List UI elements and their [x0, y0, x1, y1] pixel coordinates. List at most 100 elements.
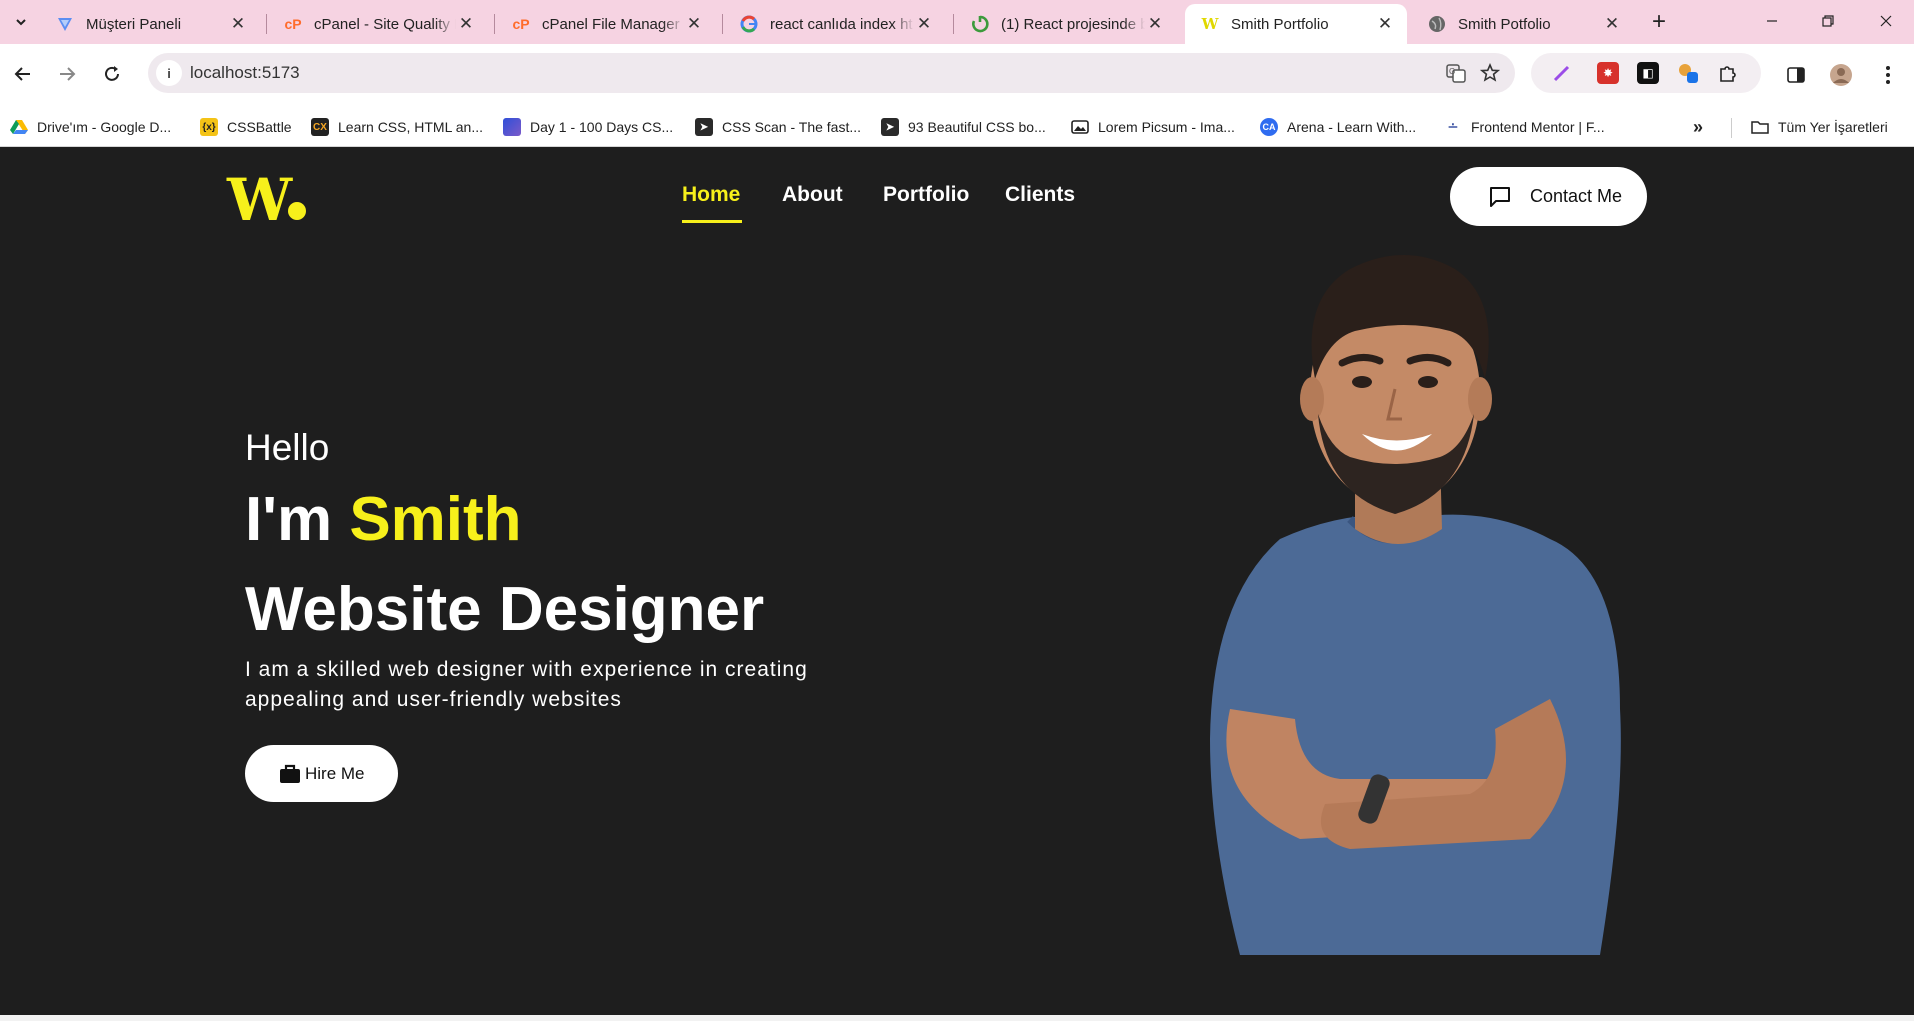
tab-separator — [953, 14, 954, 34]
reload-button[interactable] — [97, 59, 127, 89]
hire-me-button[interactable]: Hire Me — [245, 745, 398, 802]
close-icon[interactable]: ✕ — [914, 14, 934, 34]
tab-search-button[interactable] — [8, 10, 34, 34]
close-window-button[interactable] — [1866, 6, 1906, 36]
cursor-icon: ➤ — [881, 118, 899, 136]
new-tab-button[interactable]: + — [1645, 8, 1673, 36]
nav-clients[interactable]: Clients — [1005, 183, 1075, 207]
bookmark-label: Tüm Yer İşaretleri — [1778, 119, 1888, 135]
tab-title: cPanel File Manager v — [542, 15, 684, 33]
tab-title: (1) React projesinde b — [1001, 15, 1145, 33]
close-icon[interactable]: ✕ — [684, 14, 704, 34]
arena-icon: CA — [1260, 118, 1278, 136]
menu-dots-icon[interactable] — [1876, 63, 1900, 87]
cursor-icon: ➤ — [695, 118, 713, 136]
tab-strip: Müşteri Paneli ✕ cP cPanel - Site Qualit… — [0, 0, 1914, 44]
nav-home[interactable]: Home — [682, 183, 740, 207]
translate-icon[interactable]: G — [1445, 62, 1467, 84]
hero-name: Smith — [349, 485, 522, 554]
site-logo[interactable]: W — [227, 171, 292, 229]
bookmark-label: Lorem Picsum - Ima... — [1098, 119, 1235, 135]
colorpick-extension-icon[interactable]: ✸ — [1597, 62, 1619, 84]
browser-tab[interactable]: cP cPanel - Site Quality M ✕ — [268, 4, 488, 44]
cpanel-icon: cP — [284, 16, 302, 32]
logo-dot — [288, 202, 306, 220]
forward-button[interactable] — [52, 59, 82, 89]
contact-me-label: Contact Me — [1530, 186, 1623, 206]
browser-tab[interactable]: react canlıda index ht ✕ — [724, 4, 946, 44]
close-icon[interactable]: ✕ — [1602, 14, 1622, 34]
minimize-icon — [1767, 20, 1777, 22]
bookmark-item[interactable]: Lorem Picsum - Ima... — [1071, 116, 1235, 138]
bookmark-label: CSSBattle — [227, 119, 292, 135]
message-icon — [1490, 186, 1510, 207]
url-text[interactable]: localhost:5173 — [190, 63, 300, 83]
extensions-group: ✸ ◧ — [1531, 53, 1761, 93]
tab-title: cPanel - Site Quality M — [314, 15, 456, 33]
star-icon[interactable] — [1479, 62, 1501, 84]
site-info-icon[interactable]: i — [156, 60, 182, 86]
close-icon[interactable]: ✕ — [1145, 14, 1165, 34]
minimize-button[interactable] — [1752, 6, 1792, 36]
address-bar[interactable]: i localhost:5173 G — [148, 53, 1515, 93]
globe-icon — [1428, 15, 1446, 33]
bookmark-label: Frontend Mentor | F... — [1471, 119, 1605, 135]
google-drive-icon — [10, 118, 28, 136]
side-panel-icon[interactable] — [1784, 63, 1808, 87]
tab-title: react canlıda index ht — [770, 15, 913, 33]
bookmark-item[interactable]: ∸ Frontend Mentor | F... — [1444, 116, 1605, 138]
nav-active-underline — [682, 220, 742, 223]
tab-separator — [266, 14, 267, 34]
100days-icon — [503, 118, 521, 136]
tab-title: Smith Potfolio — [1458, 15, 1551, 33]
tab-separator — [722, 14, 723, 34]
bookmarks-overflow-icon[interactable]: » — [1693, 116, 1703, 138]
hire-me-label: Hire Me — [305, 763, 365, 783]
browser-tab[interactable]: Smith Potfolio ✕ — [1412, 4, 1634, 44]
vite-icon — [56, 15, 74, 33]
avatar[interactable] — [1829, 63, 1853, 87]
bookmark-item[interactable]: CX Learn CSS, HTML an... — [311, 116, 483, 138]
cssbattle-icon: {x} — [200, 118, 218, 136]
wappalyzer-extension-icon[interactable]: ◧ — [1637, 62, 1659, 84]
bookmark-label: Arena - Learn With... — [1287, 119, 1417, 135]
reload-icon — [105, 66, 119, 81]
bookmark-item[interactable]: CA Arena - Learn With... — [1260, 116, 1416, 138]
hero-heading: I'm Smith — [245, 484, 522, 555]
hero-portrait — [1210, 255, 1621, 955]
bookmark-item[interactable]: Day 1 - 100 Days CS... — [503, 116, 673, 138]
pen-extension-icon[interactable] — [1551, 62, 1573, 84]
bookmark-item[interactable]: Drive'ım - Google D... — [10, 116, 171, 138]
bookmark-label: 93 Beautiful CSS bo... — [908, 119, 1046, 135]
bookmarks-bar: Drive'ım - Google D... {x} CSSBattle CX … — [0, 106, 1914, 147]
contact-me-button[interactable]: Contact Me — [1450, 167, 1647, 226]
google-icon — [740, 15, 758, 33]
frontend-mentor-icon: ∸ — [1447, 119, 1459, 134]
browser-tab[interactable]: Müşteri Paneli ✕ — [40, 4, 260, 44]
bookmark-item[interactable]: ➤ CSS Scan - The fast... — [695, 116, 861, 138]
browser-tab-active[interactable]: W Smith Portfolio ✕ — [1185, 4, 1407, 44]
all-bookmarks-button[interactable]: Tüm Yer İşaretleri — [1751, 116, 1888, 138]
close-icon[interactable]: ✕ — [456, 14, 476, 34]
browser-toolbar: i localhost:5173 G ✸ ◧ — [0, 44, 1914, 106]
nav-portfolio[interactable]: Portfolio — [883, 183, 969, 207]
arrow-right-icon — [60, 67, 76, 81]
profile-extension-icon[interactable] — [1677, 62, 1699, 84]
hero-role: Website Designer — [245, 575, 765, 644]
back-button[interactable] — [8, 59, 38, 89]
restore-button[interactable] — [1808, 6, 1848, 36]
tab-title: Müşteri Paneli — [86, 15, 182, 33]
browser-tab[interactable]: cP cPanel File Manager v ✕ — [496, 4, 716, 44]
bookmark-label: CSS Scan - The fast... — [722, 119, 862, 135]
close-icon[interactable]: ✕ — [1375, 14, 1395, 34]
nav-about[interactable]: About — [782, 183, 843, 207]
puzzle-icon[interactable] — [1717, 62, 1739, 84]
tab-separator — [494, 14, 495, 34]
bookmark-label: Drive'ım - Google D... — [37, 119, 172, 135]
bookmark-item[interactable]: {x} CSSBattle — [200, 116, 292, 138]
close-icon[interactable]: ✕ — [228, 14, 248, 34]
svg-text:G: G — [1449, 67, 1455, 76]
browser-tab[interactable]: (1) React projesinde b ✕ — [955, 4, 1177, 44]
bookmark-item[interactable]: ➤ 93 Beautiful CSS bo... — [881, 116, 1046, 138]
portfolio-page: W Home About Portfolio Clients Contact M… — [0, 147, 1914, 1015]
